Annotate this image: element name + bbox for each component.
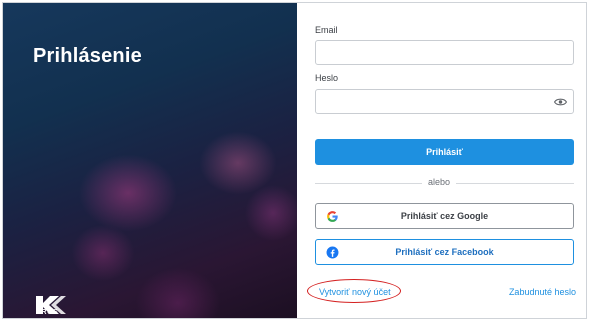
password-label: Heslo: [315, 73, 339, 83]
google-icon: [327, 211, 338, 222]
login-form: Email Heslo Prihlásiť alebo Prihlásiť ce…: [297, 3, 586, 318]
forgot-password-link[interactable]: Zabudnuté heslo: [509, 287, 576, 297]
login-window: Prihlásenie KROS Email Heslo Prihlásiť a…: [2, 2, 587, 319]
email-field[interactable]: [315, 40, 574, 65]
page-title: Prihlásenie: [33, 45, 142, 67]
divider-text: alebo: [422, 177, 457, 187]
create-account-link[interactable]: Vytvoriť nový účet: [319, 287, 391, 297]
google-login-button[interactable]: Prihlásiť cez Google: [315, 203, 574, 229]
facebook-button-label: Prihlásiť cez Facebook: [395, 247, 494, 257]
facebook-login-button[interactable]: Prihlásiť cez Facebook: [315, 239, 574, 265]
facebook-icon: [326, 246, 339, 259]
eye-icon[interactable]: [554, 96, 567, 108]
logo-text: KROS: [36, 309, 59, 316]
password-field[interactable]: [315, 89, 574, 114]
google-button-label: Prihlásiť cez Google: [400, 211, 489, 221]
brand-panel: Prihlásenie KROS: [3, 3, 297, 318]
login-button[interactable]: Prihlásiť: [315, 139, 574, 165]
email-label: Email: [315, 25, 338, 35]
